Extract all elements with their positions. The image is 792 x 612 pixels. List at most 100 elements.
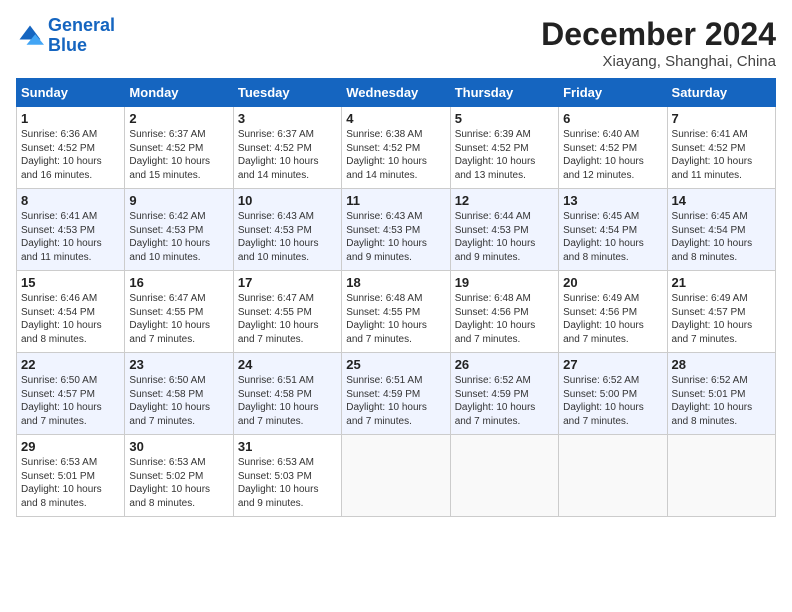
calendar-cell: 13 Sunrise: 6:45 AM Sunset: 4:54 PM Dayli… <box>559 189 667 271</box>
calendar-cell: 31 Sunrise: 6:53 AM Sunset: 5:03 PM Dayli… <box>233 435 341 517</box>
calendar-week-row: 29Sunrise: 6:53 AM Sunset: 5:01 PM Dayli… <box>17 435 776 517</box>
calendar-cell: 12 Sunrise: 6:44 AM Sunset: 4:53 PM Dayli… <box>450 189 558 271</box>
weekday-header-monday: Monday <box>125 79 233 107</box>
day-info: Sunrise: 6:49 AM Sunset: 4:57 PM Dayligh… <box>672 292 771 346</box>
day-info: Sunrise: 6:48 AM Sunset: 4:56 PM Dayligh… <box>455 292 554 346</box>
calendar-table: SundayMondayTuesdayWednesdayThursdayFrid… <box>16 78 776 517</box>
calendar-cell: 29Sunrise: 6:53 AM Sunset: 5:01 PM Dayli… <box>17 435 125 517</box>
calendar-cell: 6 Sunrise: 6:40 AM Sunset: 4:52 PM Daylig… <box>559 107 667 189</box>
day-number: 9 <box>129 193 228 208</box>
weekday-header-tuesday: Tuesday <box>233 79 341 107</box>
calendar-cell: 28 Sunrise: 6:52 AM Sunset: 5:01 PM Dayli… <box>667 353 775 435</box>
logo-text: General Blue <box>48 16 115 56</box>
calendar-cell: 11 Sunrise: 6:43 AM Sunset: 4:53 PM Dayli… <box>342 189 450 271</box>
day-number: 23 <box>129 357 228 372</box>
calendar-cell: 4Sunrise: 6:38 AM Sunset: 4:52 PM Daylig… <box>342 107 450 189</box>
day-number: 6 <box>563 111 662 126</box>
location: Xiayang, Shanghai, China <box>541 53 776 70</box>
day-info: Sunrise: 6:37 AM Sunset: 4:52 PM Dayligh… <box>129 128 228 182</box>
calendar-week-row: 22 Sunrise: 6:50 AM Sunset: 4:57 PM Dayli… <box>17 353 776 435</box>
logo-general: General <box>48 15 115 35</box>
calendar-cell: 14 Sunrise: 6:45 AM Sunset: 4:54 PM Dayli… <box>667 189 775 271</box>
day-number: 21 <box>672 275 771 290</box>
month-title: December 2024 <box>541 16 776 53</box>
title-block: December 2024 Xiayang, Shanghai, China <box>541 16 776 70</box>
day-number: 3 <box>238 111 337 126</box>
day-number: 26 <box>455 357 554 372</box>
day-number: 25 <box>346 357 445 372</box>
day-number: 17 <box>238 275 337 290</box>
calendar-cell: 26Sunrise: 6:52 AM Sunset: 4:59 PM Dayli… <box>450 353 558 435</box>
day-info: Sunrise: 6:50 AM Sunset: 4:57 PM Dayligh… <box>21 374 120 428</box>
day-info: Sunrise: 6:45 AM Sunset: 4:54 PM Dayligh… <box>672 210 771 264</box>
day-info: Sunrise: 6:41 AM Sunset: 4:53 PM Dayligh… <box>21 210 120 264</box>
calendar-week-row: 15 Sunrise: 6:46 AM Sunset: 4:54 PM Dayli… <box>17 271 776 353</box>
day-info: Sunrise: 6:37 AM Sunset: 4:52 PM Dayligh… <box>238 128 337 182</box>
calendar-cell: 25 Sunrise: 6:51 AM Sunset: 4:59 PM Dayli… <box>342 353 450 435</box>
calendar-cell: 16Sunrise: 6:47 AM Sunset: 4:55 PM Dayli… <box>125 271 233 353</box>
calendar-cell: 21 Sunrise: 6:49 AM Sunset: 4:57 PM Dayli… <box>667 271 775 353</box>
day-number: 14 <box>672 193 771 208</box>
day-number: 18 <box>346 275 445 290</box>
calendar-week-row: 8 Sunrise: 6:41 AM Sunset: 4:53 PM Daylig… <box>17 189 776 271</box>
calendar-cell <box>342 435 450 517</box>
day-number: 8 <box>21 193 120 208</box>
day-info: Sunrise: 6:53 AM Sunset: 5:03 PM Dayligh… <box>238 456 337 510</box>
day-info: Sunrise: 6:44 AM Sunset: 4:53 PM Dayligh… <box>455 210 554 264</box>
day-info: Sunrise: 6:45 AM Sunset: 4:54 PM Dayligh… <box>563 210 662 264</box>
weekday-header-friday: Friday <box>559 79 667 107</box>
day-info: Sunrise: 6:50 AM Sunset: 4:58 PM Dayligh… <box>129 374 228 428</box>
day-info: Sunrise: 6:36 AM Sunset: 4:52 PM Dayligh… <box>21 128 120 182</box>
weekday-header-row: SundayMondayTuesdayWednesdayThursdayFrid… <box>17 79 776 107</box>
day-number: 13 <box>563 193 662 208</box>
day-number: 11 <box>346 193 445 208</box>
day-info: Sunrise: 6:49 AM Sunset: 4:56 PM Dayligh… <box>563 292 662 346</box>
day-number: 28 <box>672 357 771 372</box>
weekday-header-thursday: Thursday <box>450 79 558 107</box>
calendar-cell: 5 Sunrise: 6:39 AM Sunset: 4:52 PM Daylig… <box>450 107 558 189</box>
day-number: 1 <box>21 111 120 126</box>
calendar-cell: 22 Sunrise: 6:50 AM Sunset: 4:57 PM Dayli… <box>17 353 125 435</box>
day-info: Sunrise: 6:51 AM Sunset: 4:59 PM Dayligh… <box>346 374 445 428</box>
calendar-cell: 7Sunrise: 6:41 AM Sunset: 4:52 PM Daylig… <box>667 107 775 189</box>
day-number: 10 <box>238 193 337 208</box>
day-number: 30 <box>129 439 228 454</box>
day-number: 27 <box>563 357 662 372</box>
calendar-cell: 3 Sunrise: 6:37 AM Sunset: 4:52 PM Daylig… <box>233 107 341 189</box>
day-info: Sunrise: 6:40 AM Sunset: 4:52 PM Dayligh… <box>563 128 662 182</box>
day-info: Sunrise: 6:43 AM Sunset: 4:53 PM Dayligh… <box>238 210 337 264</box>
calendar-cell: 8 Sunrise: 6:41 AM Sunset: 4:53 PM Daylig… <box>17 189 125 271</box>
day-number: 12 <box>455 193 554 208</box>
day-number: 15 <box>21 275 120 290</box>
day-info: Sunrise: 6:52 AM Sunset: 5:00 PM Dayligh… <box>563 374 662 428</box>
calendar-cell: 18 Sunrise: 6:48 AM Sunset: 4:55 PM Dayli… <box>342 271 450 353</box>
day-info: Sunrise: 6:39 AM Sunset: 4:52 PM Dayligh… <box>455 128 554 182</box>
weekday-header-saturday: Saturday <box>667 79 775 107</box>
day-info: Sunrise: 6:48 AM Sunset: 4:55 PM Dayligh… <box>346 292 445 346</box>
day-number: 31 <box>238 439 337 454</box>
day-info: Sunrise: 6:41 AM Sunset: 4:52 PM Dayligh… <box>672 128 771 182</box>
day-info: Sunrise: 6:47 AM Sunset: 4:55 PM Dayligh… <box>238 292 337 346</box>
day-number: 5 <box>455 111 554 126</box>
day-info: Sunrise: 6:53 AM Sunset: 5:01 PM Dayligh… <box>21 456 120 510</box>
logo-blue: Blue <box>48 35 87 55</box>
logo: General Blue <box>16 16 115 56</box>
day-info: Sunrise: 6:38 AM Sunset: 4:52 PM Dayligh… <box>346 128 445 182</box>
calendar-cell: 17 Sunrise: 6:47 AM Sunset: 4:55 PM Dayli… <box>233 271 341 353</box>
calendar-cell: 15 Sunrise: 6:46 AM Sunset: 4:54 PM Dayli… <box>17 271 125 353</box>
day-info: Sunrise: 6:46 AM Sunset: 4:54 PM Dayligh… <box>21 292 120 346</box>
day-info: Sunrise: 6:51 AM Sunset: 4:58 PM Dayligh… <box>238 374 337 428</box>
calendar-cell: 2Sunrise: 6:37 AM Sunset: 4:52 PM Daylig… <box>125 107 233 189</box>
calendar-cell: 20Sunrise: 6:49 AM Sunset: 4:56 PM Dayli… <box>559 271 667 353</box>
day-number: 24 <box>238 357 337 372</box>
day-number: 22 <box>21 357 120 372</box>
weekday-header-wednesday: Wednesday <box>342 79 450 107</box>
calendar-cell: 9Sunrise: 6:42 AM Sunset: 4:53 PM Daylig… <box>125 189 233 271</box>
day-info: Sunrise: 6:52 AM Sunset: 5:01 PM Dayligh… <box>672 374 771 428</box>
day-info: Sunrise: 6:43 AM Sunset: 4:53 PM Dayligh… <box>346 210 445 264</box>
calendar-cell: 23 Sunrise: 6:50 AM Sunset: 4:58 PM Dayli… <box>125 353 233 435</box>
calendar-cell: 27 Sunrise: 6:52 AM Sunset: 5:00 PM Dayli… <box>559 353 667 435</box>
day-info: Sunrise: 6:53 AM Sunset: 5:02 PM Dayligh… <box>129 456 228 510</box>
calendar-cell: 30 Sunrise: 6:53 AM Sunset: 5:02 PM Dayli… <box>125 435 233 517</box>
calendar-cell: 19Sunrise: 6:48 AM Sunset: 4:56 PM Dayli… <box>450 271 558 353</box>
